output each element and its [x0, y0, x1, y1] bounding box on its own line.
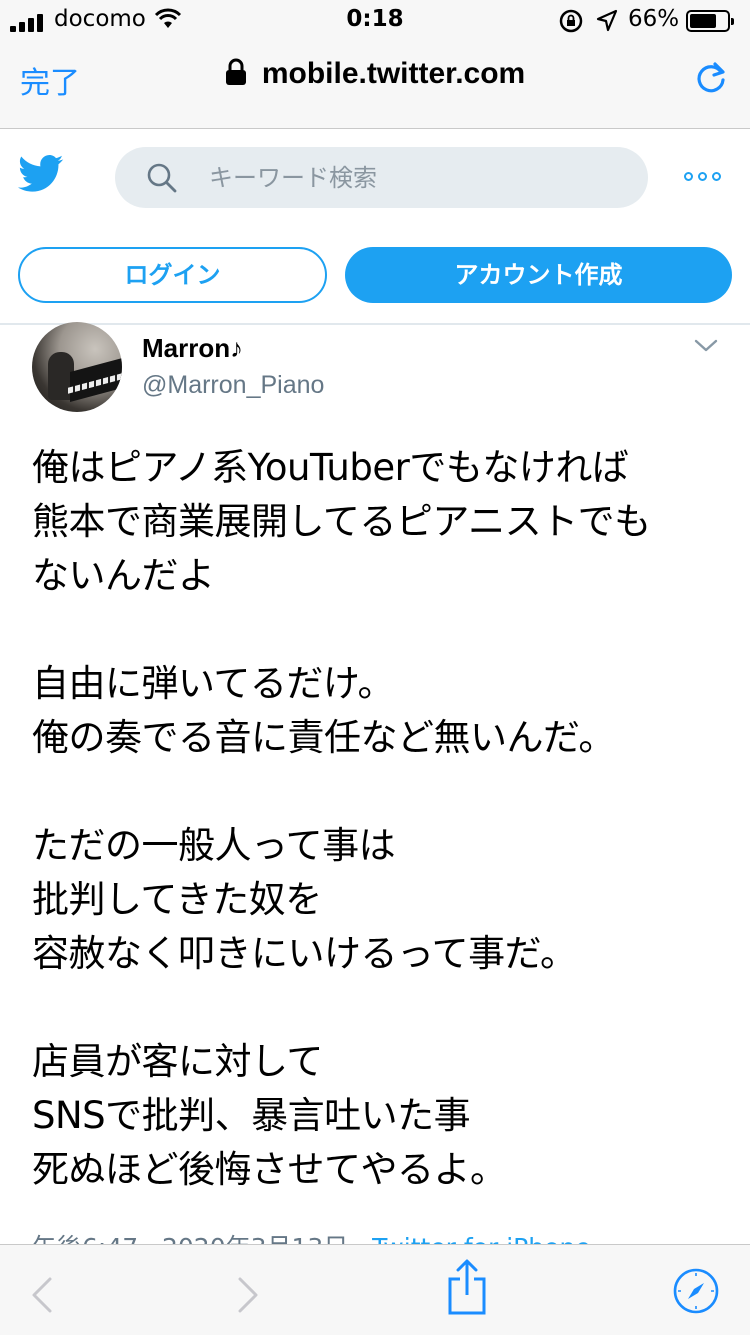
user-handle[interactable]: @Marron_Piano	[142, 371, 324, 400]
compass-icon[interactable]	[672, 1267, 720, 1315]
header-divider	[0, 323, 750, 325]
search-input[interactable]	[207, 159, 631, 197]
browser-nav-bar: 完了 mobile.twitter.com	[0, 42, 750, 129]
display-name[interactable]: Marron♪	[142, 333, 243, 364]
avatar[interactable]	[32, 322, 122, 412]
share-icon[interactable]	[446, 1257, 488, 1317]
battery-icon	[686, 10, 734, 32]
search-icon	[147, 163, 177, 193]
tweet-text: 俺はピアノ系YouTuberでもなければ 熊本で商業展開してるピアニストでも な…	[32, 446, 651, 1191]
location-icon	[596, 9, 618, 32]
back-icon[interactable]	[30, 1275, 54, 1315]
reload-icon[interactable]	[693, 60, 729, 96]
chevron-down-icon[interactable]	[694, 338, 718, 354]
rotation-lock-icon	[559, 9, 583, 33]
battery-percent: 66%	[628, 6, 680, 32]
browser-toolbar	[0, 1244, 750, 1335]
address-bar[interactable]: mobile.twitter.com	[0, 57, 750, 91]
search-bar[interactable]	[115, 147, 648, 208]
more-icon[interactable]	[684, 170, 722, 184]
status-bar: docomo 0:18 66%	[0, 0, 750, 42]
login-button[interactable]: ログイン	[18, 247, 327, 303]
signup-button[interactable]: アカウント作成	[345, 247, 732, 303]
lock-icon	[225, 58, 246, 85]
twitter-bird-icon[interactable]	[18, 154, 64, 194]
url-text: mobile.twitter.com	[261, 57, 526, 90]
forward-icon[interactable]	[236, 1275, 260, 1315]
